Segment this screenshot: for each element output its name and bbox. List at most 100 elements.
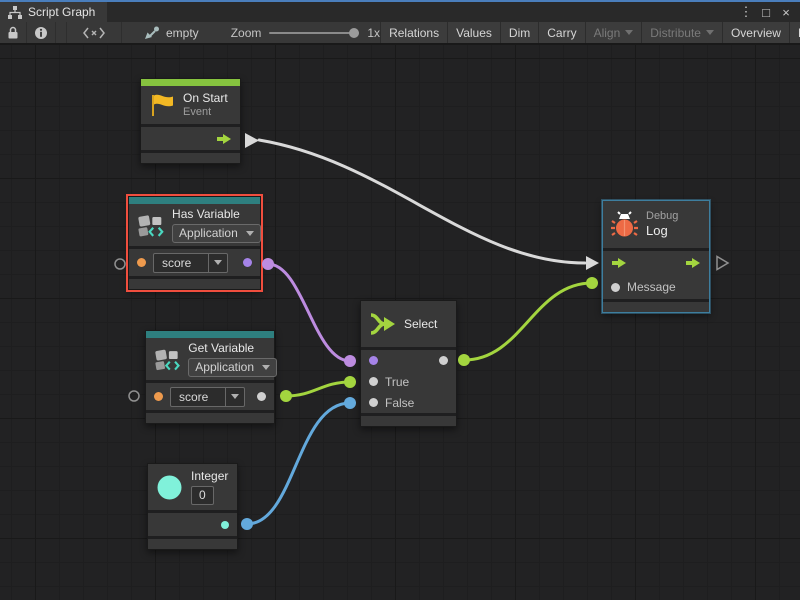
graph-toolbar: empty Zoom 1x Relations Values Dim Carry… xyxy=(0,22,800,45)
select-merge-icon xyxy=(369,311,396,337)
port-row: score xyxy=(129,246,260,276)
window-menu-button[interactable]: ⋮ xyxy=(738,4,754,20)
event-color-bar xyxy=(141,79,240,86)
port-row xyxy=(603,251,709,275)
lock-button[interactable] xyxy=(0,22,27,43)
node-title: Get Variable xyxy=(188,341,266,356)
variable-color-bar xyxy=(146,331,274,338)
node-header: On Start Event xyxy=(141,86,240,124)
dropdown-arrow-icon xyxy=(246,231,254,236)
node-header: Has Variable Application xyxy=(129,204,260,246)
window-maximize-button[interactable]: □ xyxy=(758,5,774,20)
port-rows: True False xyxy=(361,347,456,413)
node-select[interactable]: Select True False xyxy=(360,300,457,427)
lock-icon xyxy=(7,26,19,40)
node-title: Integer xyxy=(191,469,228,484)
port-row: False xyxy=(361,392,456,413)
dropdown-arrow-icon xyxy=(625,30,633,35)
node-debug-log[interactable]: Debug Log Message xyxy=(602,200,710,313)
distribute-dropdown-button[interactable]: Distribute xyxy=(641,22,722,43)
name-input-port[interactable] xyxy=(154,392,163,401)
node-footer xyxy=(361,413,456,426)
code-brackets-icon xyxy=(83,27,105,39)
node-has-variable[interactable]: Has Variable Application score xyxy=(128,196,261,290)
overview-button[interactable]: Overview xyxy=(722,22,789,43)
graph-hierarchy-icon xyxy=(8,6,22,19)
port-row: True xyxy=(361,371,456,392)
node-title: On Start xyxy=(183,91,228,106)
flow-output-port[interactable] xyxy=(216,133,232,145)
node-header: Get Variable Application xyxy=(146,338,274,380)
integer-output-port[interactable] xyxy=(221,521,229,529)
integer-value-input[interactable]: 0 xyxy=(191,486,214,505)
port-label: Message xyxy=(627,280,676,294)
relations-button[interactable]: Relations xyxy=(380,22,447,43)
node-footer xyxy=(148,536,237,549)
breadcrumb-label: empty xyxy=(166,26,199,40)
full-screen-button[interactable]: Full Screen xyxy=(789,22,800,43)
zoom-label: Zoom xyxy=(231,26,262,40)
info-button[interactable] xyxy=(27,22,56,43)
node-footer xyxy=(603,299,709,312)
message-input-port[interactable] xyxy=(611,283,620,292)
node-footer xyxy=(141,150,240,163)
dropdown-arrow-icon xyxy=(706,30,714,35)
node-footer xyxy=(146,410,274,423)
zoom-slider-handle[interactable] xyxy=(349,28,359,38)
dropdown-arrow-icon xyxy=(208,254,227,272)
node-integer[interactable]: Integer 0 xyxy=(147,463,238,550)
tab-bar: Script Graph ⋮ □ × xyxy=(0,2,800,22)
variable-name-dropdown[interactable]: score xyxy=(153,253,228,273)
port-rows: Message xyxy=(603,248,709,299)
node-title: Has Variable xyxy=(172,207,252,222)
dropdown-arrow-icon xyxy=(225,388,244,406)
port-label: True xyxy=(385,375,409,389)
node-title: Select xyxy=(404,317,437,331)
port-row xyxy=(141,124,240,150)
window-close-button[interactable]: × xyxy=(778,5,794,20)
tab-title: Script Graph xyxy=(28,5,95,19)
node-header: Debug Log xyxy=(603,201,709,248)
toolbar-buttons: Relations Values Dim Carry Align Distrib… xyxy=(380,22,800,43)
variable-boxes-icon xyxy=(137,212,164,239)
bug-icon xyxy=(611,211,638,238)
variable-color-bar xyxy=(129,197,260,204)
script-graph-window: Script Graph ⋮ □ × xyxy=(0,0,800,600)
node-title: Log xyxy=(646,223,678,239)
bool-output-port[interactable] xyxy=(243,258,252,267)
node-category: Debug xyxy=(646,210,678,224)
graph-pointer-icon xyxy=(144,26,160,40)
port-label: False xyxy=(385,396,414,410)
variable-name-dropdown[interactable]: score xyxy=(170,387,245,407)
node-subtitle: Event xyxy=(183,106,228,120)
window-controls: ⋮ □ × xyxy=(738,2,800,22)
flag-icon xyxy=(149,92,175,118)
port-row xyxy=(148,510,237,536)
true-input-port[interactable] xyxy=(369,377,378,386)
carry-button[interactable]: Carry xyxy=(538,22,584,43)
zoom-control: Zoom 1x xyxy=(231,26,380,40)
value-output-port[interactable] xyxy=(257,392,266,401)
graph-breadcrumb[interactable]: empty xyxy=(144,26,199,40)
false-input-port[interactable] xyxy=(369,398,378,407)
node-get-variable[interactable]: Get Variable Application score xyxy=(145,330,275,424)
align-dropdown-button[interactable]: Align xyxy=(585,22,642,43)
values-button[interactable]: Values xyxy=(447,22,500,43)
port-row: score xyxy=(146,380,274,410)
condition-input-port[interactable] xyxy=(369,356,378,365)
variable-scope-dropdown[interactable]: Application xyxy=(172,224,261,243)
zoom-value: 1x xyxy=(367,26,380,40)
port-row xyxy=(361,350,456,371)
tab-script-graph[interactable]: Script Graph xyxy=(0,2,107,22)
zoom-slider[interactable] xyxy=(269,32,359,34)
name-input-port[interactable] xyxy=(137,258,146,267)
dim-button[interactable]: Dim xyxy=(500,22,538,43)
variable-scope-dropdown[interactable]: Application xyxy=(188,358,277,377)
flow-input-port[interactable] xyxy=(611,257,627,269)
info-icon xyxy=(34,26,48,40)
integer-circle-icon xyxy=(156,474,183,501)
selection-output-port[interactable] xyxy=(439,356,448,365)
flow-output-port[interactable] xyxy=(685,257,701,269)
code-view-button[interactable] xyxy=(66,22,122,43)
node-on-start[interactable]: On Start Event xyxy=(140,78,241,164)
